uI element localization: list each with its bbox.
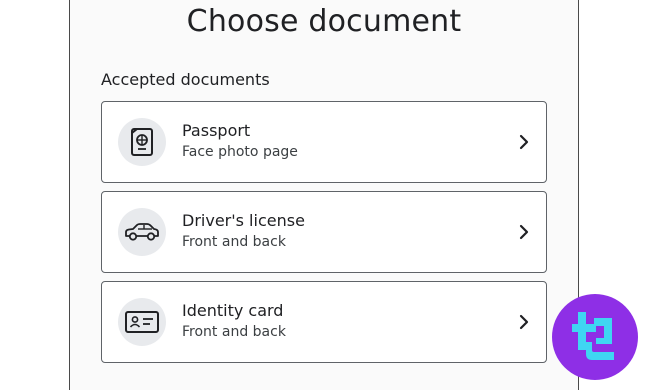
document-option-drivers-license[interactable]: Driver's license Front and back — [101, 191, 547, 273]
document-subtitle: Front and back — [182, 324, 286, 340]
brand-logo — [552, 294, 638, 380]
page: Choose document Accepted documents Passp… — [0, 0, 648, 390]
passport-icon — [118, 118, 166, 166]
document-name: Identity card — [182, 301, 284, 320]
document-name: Passport — [182, 121, 251, 140]
id-card-icon — [118, 298, 166, 346]
document-name: Driver's license — [182, 211, 305, 230]
document-option-passport[interactable]: Passport Face photo page — [101, 101, 547, 183]
car-icon — [118, 208, 166, 256]
chevron-right-icon — [519, 314, 529, 330]
chevron-right-icon — [519, 134, 529, 150]
chevron-right-icon — [519, 224, 529, 240]
document-subtitle: Front and back — [182, 234, 286, 250]
section-label: Accepted documents — [101, 70, 270, 89]
document-selection-panel: Choose document Accepted documents Passp… — [69, 0, 579, 390]
page-title: Choose document — [186, 4, 462, 39]
document-subtitle: Face photo page — [182, 144, 298, 160]
document-option-identity-card[interactable]: Identity card Front and back — [101, 281, 547, 363]
